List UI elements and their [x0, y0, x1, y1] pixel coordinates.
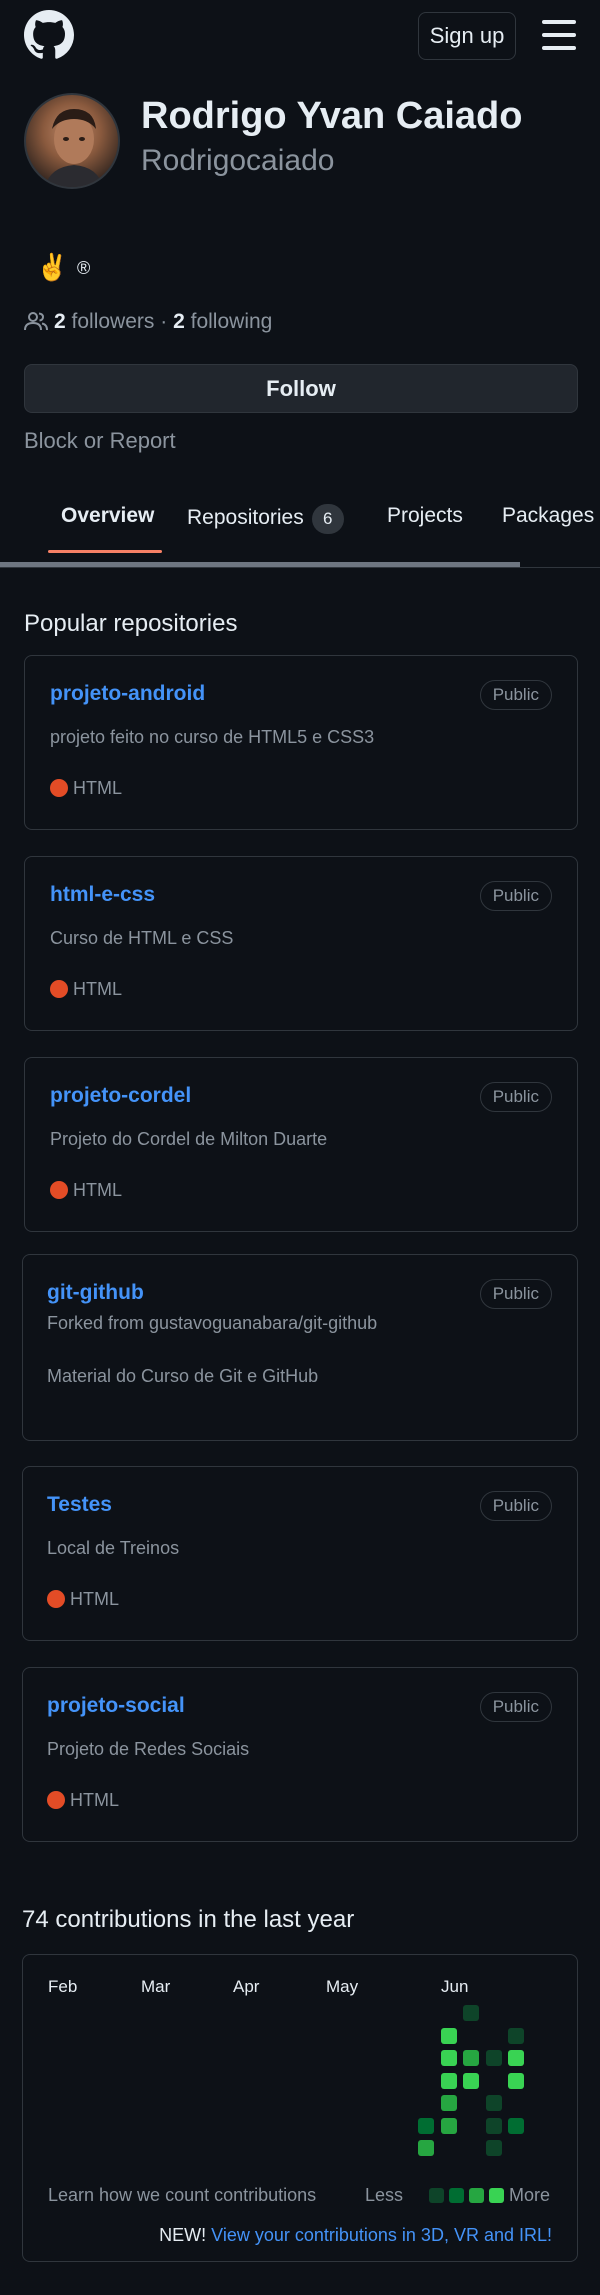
repo-card: projeto-social Public Projeto de Redes S… [22, 1667, 578, 1842]
divider [0, 567, 600, 568]
repo-link[interactable]: Testes [47, 1493, 112, 1517]
contributions-heading: 74 contributions in the last year [22, 1906, 355, 1933]
month-label: Jun [441, 1977, 469, 1996]
legend-more-label: More [509, 2185, 551, 2205]
contribution-day[interactable] [440, 2095, 457, 2111]
legend-level-2 [449, 2188, 464, 2203]
followers-count[interactable]: 2 [54, 310, 66, 333]
visibility-badge: Public [479, 680, 552, 710]
visibility-badge: Public [479, 1082, 552, 1112]
forked-from-text[interactable]: Forked from gustavoguanabara/git-github [47, 1313, 377, 1334]
contribution-day[interactable] [508, 2117, 524, 2134]
contribution-day[interactable] [463, 2050, 479, 2066]
visibility-badge: Public [479, 881, 552, 911]
followers-link[interactable]: followers [72, 310, 155, 333]
repo-language: HTML [50, 778, 122, 799]
repo-language: HTML [47, 1790, 119, 1811]
repo-card: html-e-css Public Curso de HTML e CSS HT… [24, 856, 578, 1031]
repo-description: Curso de HTML e CSS [50, 928, 234, 948]
repo-card: projeto-android Public projeto feito no … [24, 655, 578, 830]
new-feature-notice: NEW! View your contributions in 3D, VR a… [159, 2225, 552, 2246]
contribution-day[interactable] [485, 2117, 502, 2134]
avatar[interactable] [24, 93, 120, 189]
contribution-day[interactable] [440, 2027, 457, 2044]
repositories-count-badge: 6 [311, 504, 344, 534]
legend-level-4 [489, 2188, 504, 2203]
signup-button[interactable]: Sign up [418, 12, 516, 60]
block-or-report-link[interactable]: Block or Report [24, 428, 176, 454]
repo-link[interactable]: git-github [47, 1281, 144, 1305]
contributions-3d-link[interactable]: View your contributions in 3D, VR and IR… [211, 2225, 552, 2245]
legend-level-1 [429, 2188, 444, 2203]
contribution-day[interactable] [508, 2072, 524, 2089]
hamburger-menu-icon[interactable] [542, 20, 576, 50]
tab-packages[interactable]: Packages [502, 504, 594, 528]
language-color-dot [50, 1181, 68, 1199]
tab-overview[interactable]: Overview [61, 504, 154, 528]
repo-language: HTML [47, 1589, 119, 1610]
following-link[interactable]: following [191, 310, 273, 333]
legend-less-label: Less [365, 2185, 404, 2205]
follow-button[interactable]: Follow [24, 364, 578, 413]
language-color-dot [50, 980, 68, 998]
contribution-day[interactable] [463, 2005, 479, 2021]
profile-tabs: Overview Repositories 6 Projects Packages [0, 490, 600, 570]
contribution-day[interactable] [485, 2050, 502, 2066]
language-color-dot [47, 1590, 65, 1608]
contribution-day[interactable] [508, 2027, 524, 2044]
contribution-day[interactable] [485, 2140, 502, 2156]
repo-description: Local de Treinos [47, 1538, 180, 1558]
status-emoji: ✌️ [36, 252, 69, 282]
contribution-day[interactable] [440, 2117, 457, 2134]
language-color-dot [47, 1791, 65, 1809]
language-color-dot [50, 779, 68, 797]
repo-description: projeto feito no curso de HTML5 e CSS3 [50, 727, 375, 747]
separator: · [160, 310, 168, 333]
repo-card: projeto-cordel Public Projeto do Cordel … [24, 1057, 578, 1232]
month-label: Mar [141, 1977, 171, 1996]
repo-card: git-github Public Forked from gustavogua… [22, 1254, 578, 1441]
contribution-day[interactable] [418, 2140, 434, 2156]
visibility-badge: Public [479, 1491, 552, 1521]
repo-language: HTML [50, 979, 122, 1000]
contribution-day[interactable] [440, 2072, 457, 2089]
people-icon [24, 312, 48, 331]
contribution-day[interactable] [418, 2117, 434, 2134]
repo-link[interactable]: html-e-css [50, 883, 155, 907]
repo-link[interactable]: projeto-social [47, 1694, 185, 1718]
new-label: NEW! [159, 2225, 207, 2245]
contribution-day[interactable] [463, 2072, 479, 2089]
month-label: Feb [48, 1977, 78, 1996]
github-logo-icon[interactable] [24, 10, 74, 60]
contribution-day[interactable] [508, 2050, 524, 2066]
tab-projects[interactable]: Projects [387, 504, 463, 528]
profile-name: Rodrigo Yvan Caiado [141, 95, 523, 137]
repo-link[interactable]: projeto-android [50, 682, 205, 706]
repo-link[interactable]: projeto-cordel [50, 1084, 191, 1108]
visibility-badge: Public [479, 1279, 552, 1309]
following-count[interactable]: 2 [173, 310, 185, 333]
repo-description: Material do Curso de Git e GitHub [47, 1366, 319, 1386]
visibility-badge: Public [479, 1692, 552, 1722]
learn-contributions-link[interactable]: Learn how we count contributions [48, 2185, 316, 2206]
repo-description: Projeto do Cordel de Milton Duarte [50, 1129, 328, 1149]
month-label: Apr [233, 1977, 260, 1996]
tab-repositories[interactable]: Repositories 6 [187, 504, 344, 534]
popular-repositories-heading: Popular repositories [24, 610, 238, 637]
repo-language: HTML [50, 1180, 122, 1201]
profile-login: Rodrigocaiado [141, 144, 335, 177]
active-tab-indicator [48, 550, 162, 553]
site-header: Sign up [0, 0, 600, 70]
contribution-day[interactable] [440, 2050, 457, 2066]
contribution-day[interactable] [485, 2095, 502, 2111]
legend-level-3 [469, 2188, 484, 2203]
month-label: May [326, 1977, 359, 1996]
repo-card: Testes Public Local de Treinos HTML [22, 1466, 578, 1641]
contribution-calendar: Feb Mar Apr May Jun Learn how we count c… [22, 1954, 578, 2262]
followers-info: 2 followers · 2 following [24, 310, 272, 334]
avatar-photo [44, 109, 104, 187]
status-text: ® [77, 258, 91, 278]
repo-description: Projeto de Redes Sociais [47, 1739, 250, 1759]
